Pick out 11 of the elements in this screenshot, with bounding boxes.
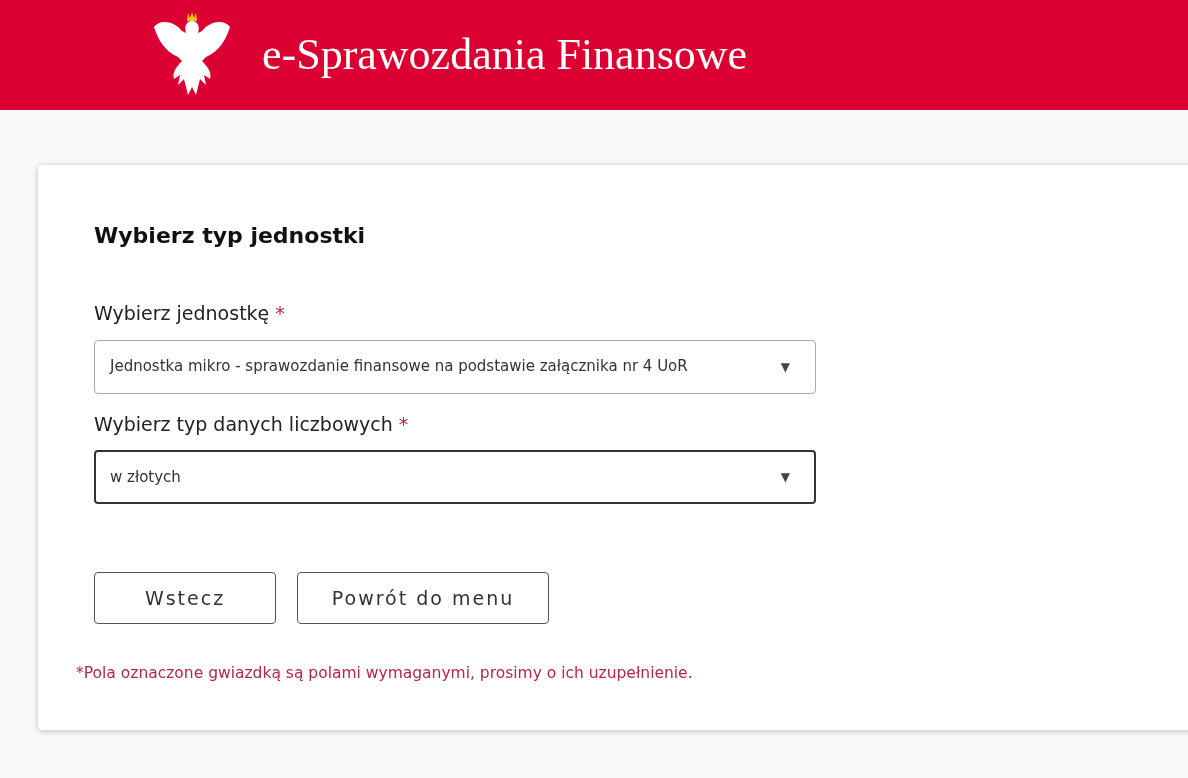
select-dropdown[interactable]: w złotych ▼ bbox=[94, 450, 816, 504]
required-asterisk: * bbox=[398, 411, 409, 437]
form-heading: Wybierz typ jednostki bbox=[94, 222, 367, 250]
select-dropdown[interactable]: Jednostka mikro - sprawozdanie finansowe na podstawie załącznika nr 4 UoR ▼ bbox=[94, 339, 816, 394]
field-label: Wybierz typ danych liczbowych bbox=[94, 411, 393, 437]
field-label: Wybierz jednostkę bbox=[94, 301, 270, 326]
required-fields-note: *Pola oznaczone gwiazdką są polami wymaganymi, prosimy o ich uzupełnienie. bbox=[76, 663, 694, 684]
menu-button[interactable]: Powrót do menu bbox=[297, 572, 549, 624]
required-asterisk: * bbox=[275, 301, 285, 326]
site-title: e-Sprawozdania Finansowe bbox=[262, 33, 748, 77]
back-button[interactable]: Wstecz bbox=[94, 572, 276, 624]
